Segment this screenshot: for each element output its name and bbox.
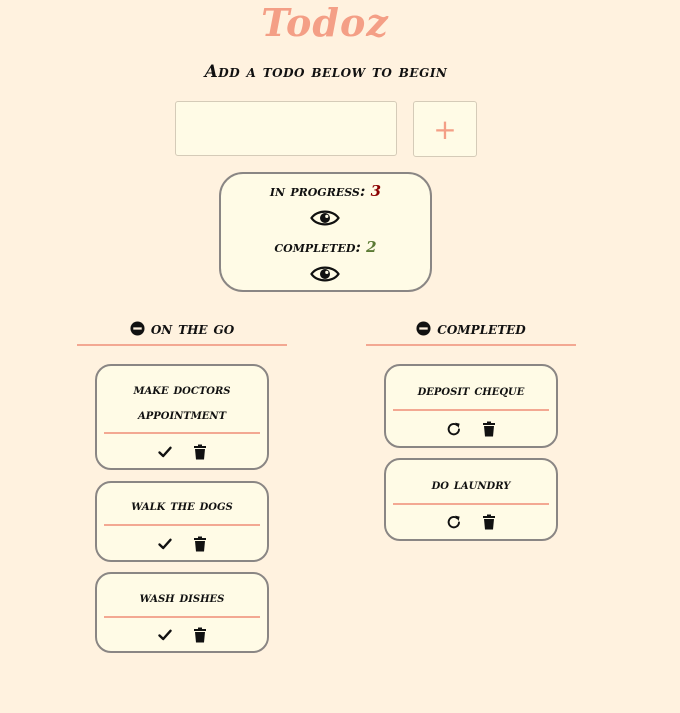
card-divider [104,432,260,434]
page-title: Todoz [261,0,389,45]
todo-text: walk the dogs [131,498,233,514]
check-icon[interactable] [157,444,173,460]
todo-input[interactable] [175,101,397,156]
card-divider [104,524,260,526]
section-title-on-the-go: on the go [150,319,235,339]
card-divider [104,616,260,618]
add-todo-button[interactable]: + [413,101,477,157]
completed-label: completed: [274,238,361,256]
card-divider [393,409,549,411]
completed-card: deposit cheque [384,364,558,448]
card-actions [97,536,267,556]
in-progress-label: in progress: [269,182,366,200]
todo-text: deposit cheque [417,383,525,399]
card-actions [386,421,556,441]
todo-card: make doctors appointment [95,364,269,470]
card-actions [97,444,267,464]
redo-icon[interactable] [446,421,462,437]
trash-icon[interactable] [481,514,497,530]
in-progress-count: 3 [370,182,382,200]
minus-circle-icon [130,321,145,336]
page-subtitle: Add a todo below to begin [204,62,448,82]
section-heading-completed[interactable]: completed [366,314,576,346]
completed-stat: completed: 2 [221,237,430,257]
card-actions [97,627,267,647]
eye-icon[interactable] [310,208,340,228]
section-title-completed: completed [437,319,526,339]
section-heading-on-the-go[interactable]: on the go [77,314,287,346]
trash-icon[interactable] [192,627,208,643]
todo-text: wash dishes [139,590,225,606]
stats-card: in progress: 3 completed: 2 [219,172,432,292]
eye-icon[interactable] [310,264,340,284]
todo-card: wash dishes [95,572,269,653]
card-divider [393,503,549,505]
card-actions [386,514,556,534]
trash-icon[interactable] [481,421,497,437]
check-icon[interactable] [157,536,173,552]
trash-icon[interactable] [192,444,208,460]
todo-text: do laundry [431,477,511,493]
redo-icon[interactable] [446,514,462,530]
minus-circle-icon [416,321,431,336]
todo-text: make doctors appointment [133,382,231,423]
todo-card: walk the dogs [95,481,269,562]
check-icon[interactable] [157,627,173,643]
completed-count: 2 [366,238,377,256]
in-progress-stat: in progress: 3 [221,181,430,201]
completed-card: do laundry [384,458,558,541]
trash-icon[interactable] [192,536,208,552]
